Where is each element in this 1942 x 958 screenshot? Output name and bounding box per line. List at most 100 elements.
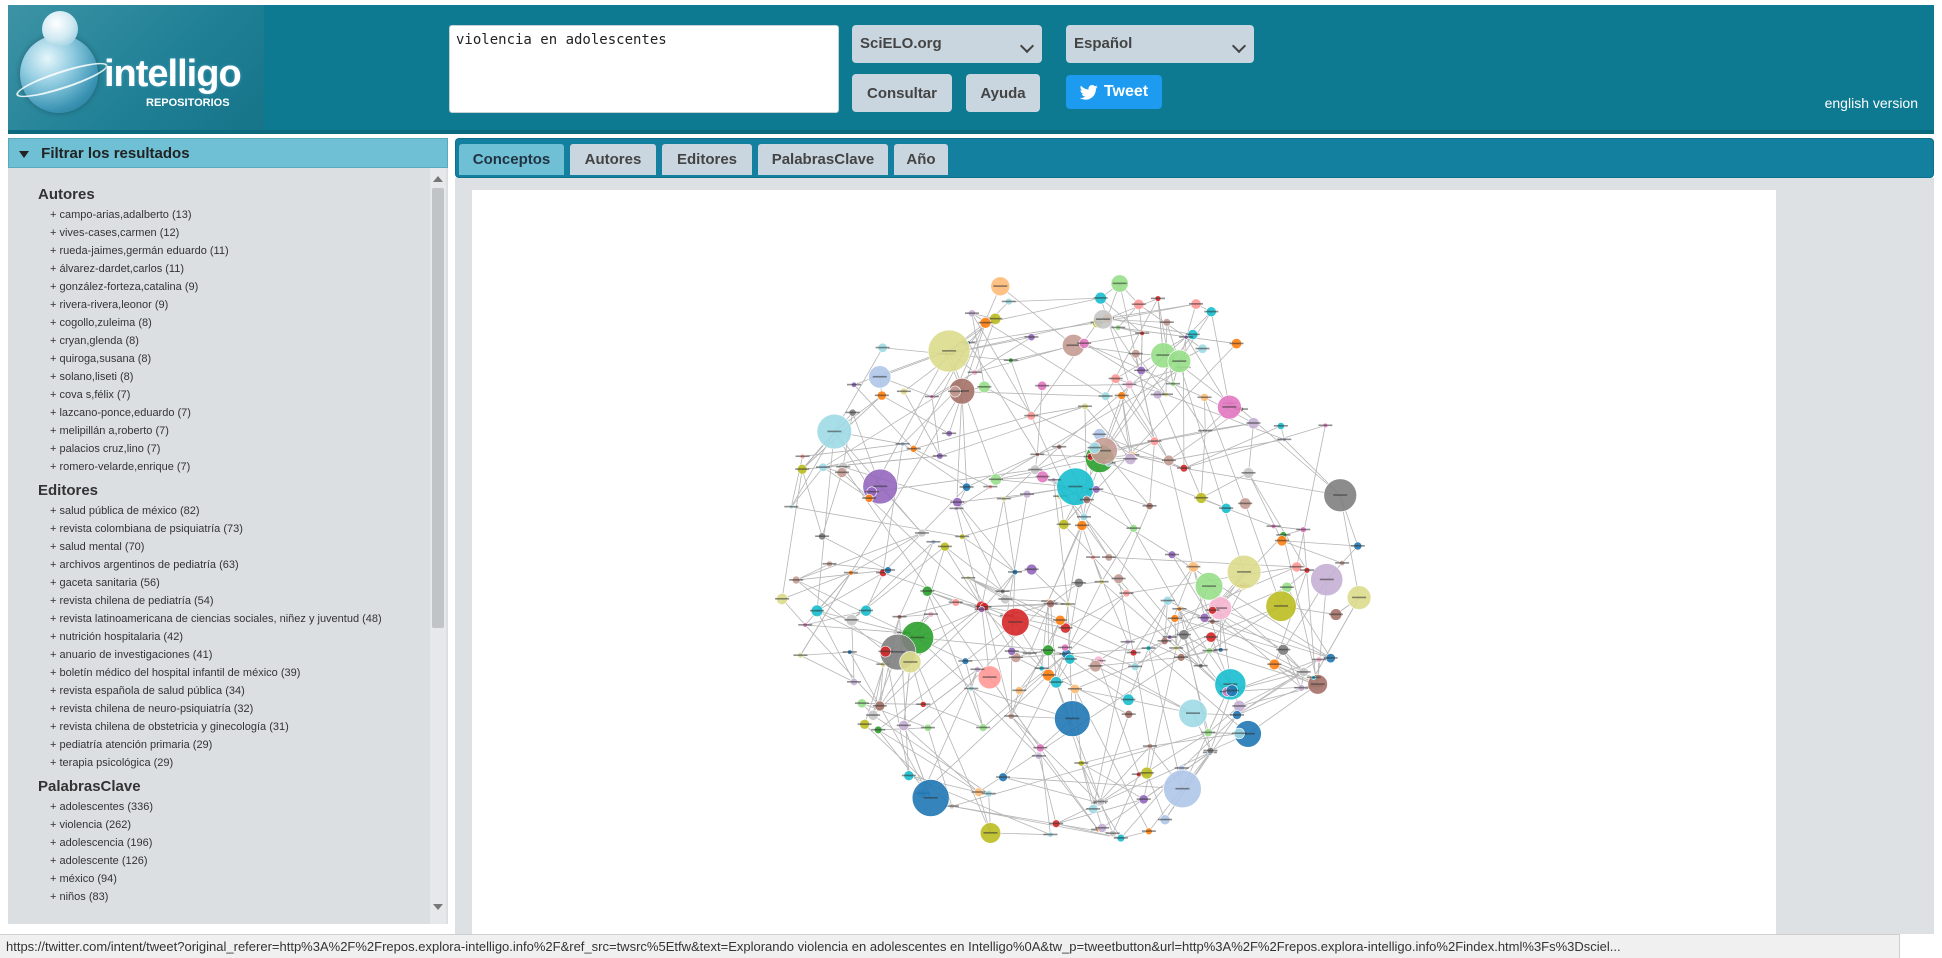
- graph-edge: [1157, 394, 1202, 499]
- autor-filter-item[interactable]: + álvarez-dardet,carlos (11): [38, 260, 418, 278]
- tab-palabras-clave[interactable]: PalabrasClave: [758, 144, 888, 175]
- consultar-button[interactable]: Consultar: [852, 74, 952, 112]
- language-select[interactable]: Español: [1066, 25, 1254, 63]
- scroll-up-arrow-icon[interactable]: [433, 176, 443, 182]
- palabra-filter-item[interactable]: + niños (83): [38, 888, 418, 906]
- autor-filter-item[interactable]: + rueda-jaimes,germán eduardo (11): [38, 242, 418, 260]
- sidebar-scrollbar[interactable]: [430, 168, 446, 924]
- graph-node-label-mark: [1058, 646, 1073, 649]
- source-select[interactable]: SciELO.org: [852, 25, 1042, 63]
- tweet-button[interactable]: Tweet: [1066, 75, 1162, 109]
- graph-node-label-mark: [866, 714, 881, 716]
- graph-edge: [1095, 665, 1194, 714]
- autor-filter-item[interactable]: + quiroga,susana (8): [38, 350, 418, 368]
- editor-filter-item[interactable]: + revista española de salud pública (34): [38, 682, 418, 700]
- graph-edge: [1042, 384, 1130, 387]
- filter-results-header[interactable]: Filtrar los resultados: [8, 138, 448, 168]
- autor-filter-item[interactable]: + lazcano-ponce,eduardo (7): [38, 404, 418, 422]
- english-version-link[interactable]: english version: [1825, 95, 1918, 111]
- concept-network-graph[interactable]: [472, 190, 1776, 934]
- concept-graph-panel[interactable]: [472, 190, 1776, 934]
- autor-filter-item[interactable]: + cova s,félix (7): [38, 386, 418, 404]
- autor-filter-item[interactable]: + solano,liseti (8): [38, 368, 418, 386]
- tab-autores[interactable]: Autores: [570, 144, 656, 175]
- editor-filter-item[interactable]: + revista chilena de neuro-psiquiatría (…: [38, 700, 418, 718]
- graph-node-label-mark: [1169, 647, 1184, 649]
- editor-filter-item[interactable]: + anuario de investigaciones (41): [38, 646, 418, 664]
- graph-edge: [1168, 439, 1285, 461]
- graph-node-label-mark: [1008, 656, 1023, 659]
- graph-nodes[interactable]: [775, 274, 1372, 844]
- autor-filter-item[interactable]: + campo-arias,adalberto (13): [38, 206, 418, 224]
- search-input[interactable]: violencia en adolescentes: [449, 25, 839, 113]
- palabra-filter-item[interactable]: + méxico (94): [38, 870, 418, 888]
- graph-node-label-mark: [1174, 656, 1189, 658]
- graph-node-label-mark: [1135, 332, 1150, 334]
- editor-filter-item[interactable]: + terapia psicológica (29): [38, 754, 418, 772]
- graph-node-label-mark: [1311, 658, 1326, 661]
- editor-filter-item[interactable]: + revista chilena de obstetricia y ginec…: [38, 718, 418, 736]
- graph-node-label-mark: [1176, 633, 1191, 636]
- palabra-filter-item[interactable]: + adolescencia (196): [38, 834, 418, 852]
- graph-node-label-mark: [873, 485, 888, 488]
- palabra-filter-item[interactable]: + adolescentes (336): [38, 798, 418, 816]
- editor-filter-item[interactable]: + gaceta sanitaria (56): [38, 574, 418, 592]
- graph-node-label-mark: [793, 654, 808, 656]
- graph-node-label-mark: [1111, 577, 1126, 580]
- editor-filter-item[interactable]: + revista colombiana de psiquiatría (73): [38, 520, 418, 538]
- autor-filter-item[interactable]: + cryan,glenda (8): [38, 332, 418, 350]
- graph-node-label-mark: [1241, 471, 1256, 474]
- tab-ano[interactable]: Año: [894, 144, 948, 175]
- autor-filter-item[interactable]: + cogollo,zuleima (8): [38, 314, 418, 332]
- editor-filter-item[interactable]: + boletín médico del hospital infantil d…: [38, 664, 418, 682]
- graph-node-label-mark: [906, 447, 921, 450]
- editor-filter-item[interactable]: + salud mental (70): [38, 538, 418, 556]
- autor-filter-item[interactable]: + melipillán a,roberto (7): [38, 422, 418, 440]
- scrollbar-thumb[interactable]: [432, 188, 444, 628]
- palabra-filter-item[interactable]: + violencia (262): [38, 816, 418, 834]
- graph-node-label-mark: [1165, 553, 1180, 556]
- autor-filter-item[interactable]: + romero-velarde,enrique (7): [38, 458, 418, 476]
- scroll-down-arrow-icon[interactable]: [433, 904, 443, 910]
- graph-edge: [1120, 830, 1149, 839]
- graph-node-label-mark: [950, 501, 965, 503]
- graph-node-label-mark: [1219, 507, 1234, 509]
- graph-node-label-mark: [816, 466, 831, 468]
- graph-node-label-mark: [795, 468, 810, 470]
- autor-filter-item[interactable]: + palacios cruz,lino (7): [38, 440, 418, 458]
- graph-node-label-mark: [1232, 732, 1247, 735]
- graph-node-label-mark: [795, 455, 810, 458]
- editor-filter-item[interactable]: + archivos argentinos de pediatría (63): [38, 556, 418, 574]
- graph-node-label-mark: [1223, 683, 1238, 685]
- tab-conceptos[interactable]: Conceptos: [459, 144, 564, 175]
- editor-filter-item[interactable]: + pediatría atención primaria (29): [38, 736, 418, 754]
- autor-filter-item[interactable]: + rivera-rivera,leonor (9): [38, 296, 418, 314]
- graph-node-label-mark: [932, 455, 947, 457]
- graph-edge: [1106, 318, 1142, 371]
- editor-filter-item[interactable]: + revista chilena de pediatría (54): [38, 592, 418, 610]
- graph-node-label-mark: [1162, 636, 1177, 638]
- graph-node-label-mark: [1203, 749, 1218, 752]
- graph-node-label-mark: [1113, 837, 1128, 839]
- graph-node-label-mark: [1004, 650, 1019, 652]
- tab-editores[interactable]: Editores: [662, 144, 752, 175]
- ayuda-button[interactable]: Ayuda: [966, 74, 1040, 112]
- editor-filter-item[interactable]: + revista latinoamericana de ciencias so…: [38, 610, 418, 628]
- graph-node-label-mark: [1043, 602, 1058, 605]
- graph-edge: [816, 572, 852, 612]
- palabra-filter-item[interactable]: + adolescente (126): [38, 852, 418, 870]
- autor-filter-item[interactable]: + vives-cases,carmen (12): [38, 224, 418, 242]
- graph-node-label-mark: [1134, 369, 1149, 372]
- graph-node-label-mark: [1031, 755, 1046, 757]
- graph-node-label-mark: [1205, 609, 1220, 611]
- filter-results-title: Filtrar los resultados: [41, 145, 190, 162]
- logo[interactable]: intelligo REPOSITORIOS: [8, 5, 264, 130]
- editor-filter-item[interactable]: + salud pública de méxico (82): [38, 502, 418, 520]
- editor-filter-item[interactable]: + nutrición hospitalaria (42): [38, 628, 418, 646]
- autor-filter-item[interactable]: + gonzález-forteza,catalina (9): [38, 278, 418, 296]
- graph-node-label-mark: [993, 285, 1008, 287]
- graph-node-label-mark: [1004, 715, 1019, 717]
- graph-edge: [899, 541, 934, 618]
- graph-node-label-mark: [1024, 336, 1039, 338]
- graph-node-label-mark: [1035, 384, 1050, 387]
